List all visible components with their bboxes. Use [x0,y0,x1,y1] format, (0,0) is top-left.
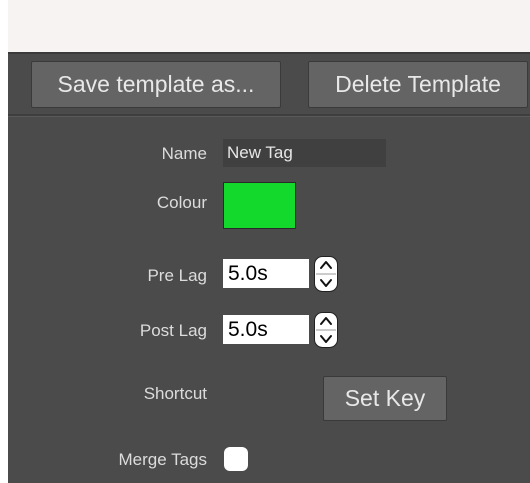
pre-lag-stepper-icon[interactable] [314,256,338,292]
merge-tags-label: Merge Tags [118,450,207,469]
merge-tags-checkbox[interactable] [224,447,248,471]
name-field[interactable]: New Tag [223,139,386,167]
delete-template-button[interactable]: Delete Template [308,61,528,108]
save-template-as-button[interactable]: Save template as... [31,61,281,108]
toolbar-divider [8,114,530,117]
colour-swatch[interactable] [223,182,296,229]
shortcut-label: Shortcut [143,384,207,403]
post-lag-field[interactable]: 5.0s [223,315,309,344]
post-lag-label: Post Lag [139,321,207,340]
set-key-button[interactable]: Set Key [323,376,447,421]
colour-label: Colour [156,193,207,212]
pre-lag-label: Pre Lag [147,266,207,285]
pre-lag-field[interactable]: 5.0s [223,259,309,288]
post-lag-stepper-icon[interactable] [314,312,338,348]
top-bar [8,0,530,52]
name-label: Name [161,144,207,163]
